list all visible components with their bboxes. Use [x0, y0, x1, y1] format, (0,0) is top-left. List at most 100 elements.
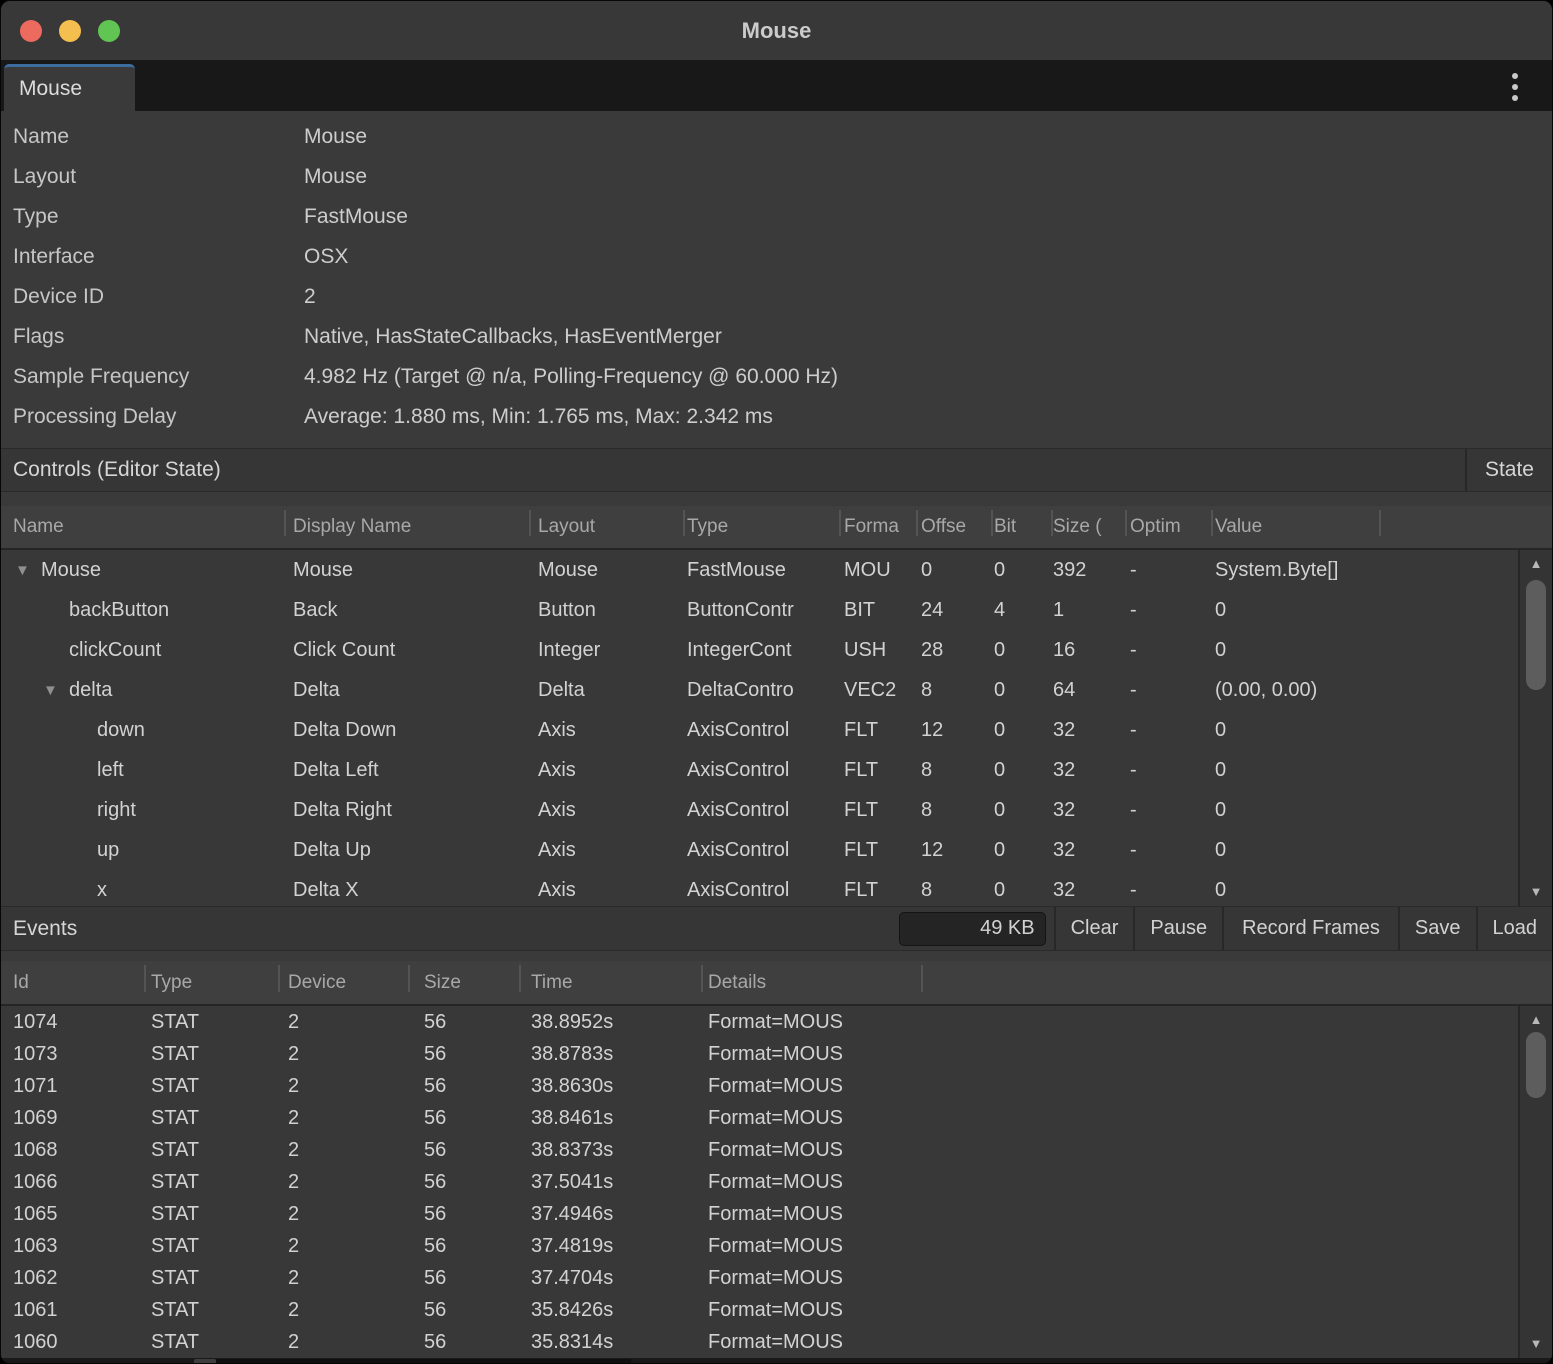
kebab-menu-icon[interactable] — [1500, 71, 1530, 103]
event-row[interactable]: 1062 STAT 2 56 37.4704s Format=MOUS — [1, 1262, 1552, 1294]
controls-scrollbar[interactable]: ▲ ▼ — [1518, 550, 1552, 906]
scroll-up-icon[interactable]: ▲ — [1520, 557, 1552, 571]
event-id: 1071 — [1, 1070, 144, 1102]
device-info-label: Sample Frequency — [1, 365, 304, 389]
control-row[interactable]: ▼ Mouse Mouse Mouse FastMouse MOU 0 0 39… — [1, 550, 1552, 590]
column-header-type[interactable]: Type — [683, 506, 839, 548]
event-row[interactable]: 1074 STAT 2 56 38.8952s Format=MOUS — [1, 1006, 1552, 1038]
control-row[interactable]: clickCount Click Count Integer IntegerCo… — [1, 630, 1552, 670]
column-header-id[interactable]: Id — [1, 961, 144, 1004]
control-type: AxisControl — [683, 790, 839, 830]
horizontal-scrollbar[interactable] — [1, 1358, 1552, 1364]
event-row[interactable]: 1071 STAT 2 56 38.8630s Format=MOUS — [1, 1070, 1552, 1102]
control-row[interactable]: left Delta Left Axis AxisControl FLT 8 0… — [1, 750, 1552, 790]
control-row[interactable]: right Delta Right Axis AxisControl FLT 8… — [1, 790, 1552, 830]
column-header-device[interactable]: Device — [278, 961, 408, 1004]
control-bit: 4 — [991, 590, 1051, 630]
column-header-display-name[interactable]: Display Name — [284, 506, 529, 548]
controls-section-header: Controls (Editor State) State — [1, 448, 1552, 492]
event-size: 56 — [408, 1102, 519, 1134]
control-display-name: Mouse — [284, 550, 529, 590]
column-header-filler — [1379, 506, 1552, 548]
event-row[interactable]: 1061 STAT 2 56 35.8426s Format=MOUS — [1, 1294, 1552, 1326]
clear-button[interactable]: Clear — [1054, 907, 1134, 950]
device-info-label: Processing Delay — [1, 405, 304, 429]
control-row[interactable]: up Delta Up Axis AxisControl FLT 12 0 32… — [1, 830, 1552, 870]
event-id: 1063 — [1, 1230, 144, 1262]
event-row[interactable]: 1063 STAT 2 56 37.4819s Format=MOUS — [1, 1230, 1552, 1262]
tab-mouse[interactable]: Mouse — [4, 64, 135, 111]
maximize-button[interactable] — [98, 20, 120, 42]
events-scrollbar-thumb[interactable] — [1526, 1032, 1546, 1098]
device-info-row: Interface OSX — [1, 237, 1552, 277]
events-scrollbar[interactable]: ▲ ▼ — [1518, 1006, 1552, 1358]
event-time: 37.4704s — [519, 1262, 701, 1294]
control-row[interactable]: backButton Back Button ButtonContr BIT 2… — [1, 590, 1552, 630]
control-size: 32 — [1051, 750, 1125, 790]
control-name: x — [97, 879, 107, 902]
control-type: AxisControl — [683, 710, 839, 750]
event-details: Format=MOUS — [701, 1006, 921, 1038]
expander-triangle-icon[interactable]: ▼ — [15, 562, 41, 579]
control-name: clickCount — [69, 639, 161, 662]
device-info-label: Flags — [1, 325, 304, 349]
column-header-size[interactable]: Size — [408, 961, 519, 1004]
column-header-value[interactable]: Value — [1211, 506, 1379, 548]
control-value: 0 — [1211, 830, 1379, 870]
close-button[interactable] — [20, 20, 42, 42]
control-name-cell: clickCount — [1, 630, 284, 670]
event-device: 2 — [278, 1326, 408, 1358]
control-offset: 0 — [916, 550, 991, 590]
column-header-size[interactable]: Size ( — [1051, 506, 1125, 548]
horizontal-scrollbar-track[interactable] — [216, 1359, 631, 1364]
column-header-time[interactable]: Time — [519, 961, 701, 1004]
control-layout: Axis — [529, 790, 683, 830]
column-header-offset[interactable]: Offse — [916, 506, 991, 548]
event-row[interactable]: 1066 STAT 2 56 37.5041s Format=MOUS — [1, 1166, 1552, 1198]
controls-scrollbar-thumb[interactable] — [1526, 580, 1546, 690]
control-row[interactable]: down Delta Down Axis AxisControl FLT 12 … — [1, 710, 1552, 750]
horizontal-scrollbar-thumb[interactable] — [194, 1359, 216, 1364]
control-optimized: - — [1125, 870, 1211, 906]
column-header-optimized[interactable]: Optim — [1125, 506, 1211, 548]
column-header-bit[interactable]: Bit — [991, 506, 1051, 548]
control-offset: 8 — [916, 750, 991, 790]
event-row[interactable]: 1068 STAT 2 56 38.8373s Format=MOUS — [1, 1134, 1552, 1166]
control-bit: 0 — [991, 830, 1051, 870]
pause-button[interactable]: Pause — [1133, 907, 1222, 950]
control-bit: 0 — [991, 710, 1051, 750]
control-row[interactable]: x Delta X Axis AxisControl FLT 8 0 32 - … — [1, 870, 1552, 906]
control-name: Mouse — [41, 559, 101, 582]
column-header-details[interactable]: Details — [701, 961, 921, 1004]
control-offset: 12 — [916, 830, 991, 870]
event-row[interactable]: 1065 STAT 2 56 37.4946s Format=MOUS — [1, 1198, 1552, 1230]
column-header-format[interactable]: Forma — [839, 506, 916, 548]
minimize-button[interactable] — [59, 20, 81, 42]
event-type: STAT — [144, 1166, 278, 1198]
control-row[interactable]: ▼ delta Delta Delta DeltaContro VEC2 8 0… — [1, 670, 1552, 710]
control-optimized: - — [1125, 590, 1211, 630]
state-button[interactable]: State — [1465, 449, 1552, 491]
titlebar: Mouse — [1, 1, 1552, 61]
column-header-layout[interactable]: Layout — [529, 506, 683, 548]
control-layout: Button — [529, 590, 683, 630]
event-size: 56 — [408, 1294, 519, 1326]
scroll-down-icon[interactable]: ▼ — [1520, 885, 1552, 899]
event-row[interactable]: 1073 STAT 2 56 38.8783s Format=MOUS — [1, 1038, 1552, 1070]
device-info-row: Flags Native, HasStateCallbacks, HasEven… — [1, 317, 1552, 357]
control-layout: Delta — [529, 670, 683, 710]
scroll-down-icon[interactable]: ▼ — [1520, 1337, 1552, 1351]
expander-triangle-icon[interactable]: ▼ — [43, 682, 69, 699]
record-frames-button[interactable]: Record Frames — [1222, 907, 1398, 950]
load-button[interactable]: Load — [1476, 907, 1553, 950]
save-button[interactable]: Save — [1398, 907, 1476, 950]
control-value: System.Byte[] — [1211, 550, 1379, 590]
event-row[interactable]: 1069 STAT 2 56 38.8461s Format=MOUS — [1, 1102, 1552, 1134]
event-buffer-size-field[interactable]: 49 KB — [899, 912, 1046, 946]
column-header-name[interactable]: Name — [1, 506, 284, 548]
event-device: 2 — [278, 1006, 408, 1038]
column-header-type[interactable]: Type — [144, 961, 278, 1004]
event-row[interactable]: 1060 STAT 2 56 35.8314s Format=MOUS — [1, 1326, 1552, 1358]
scroll-up-icon[interactable]: ▲ — [1520, 1013, 1552, 1027]
device-info-panel: Name Mouse Layout Mouse Type FastMouse I… — [1, 111, 1552, 448]
